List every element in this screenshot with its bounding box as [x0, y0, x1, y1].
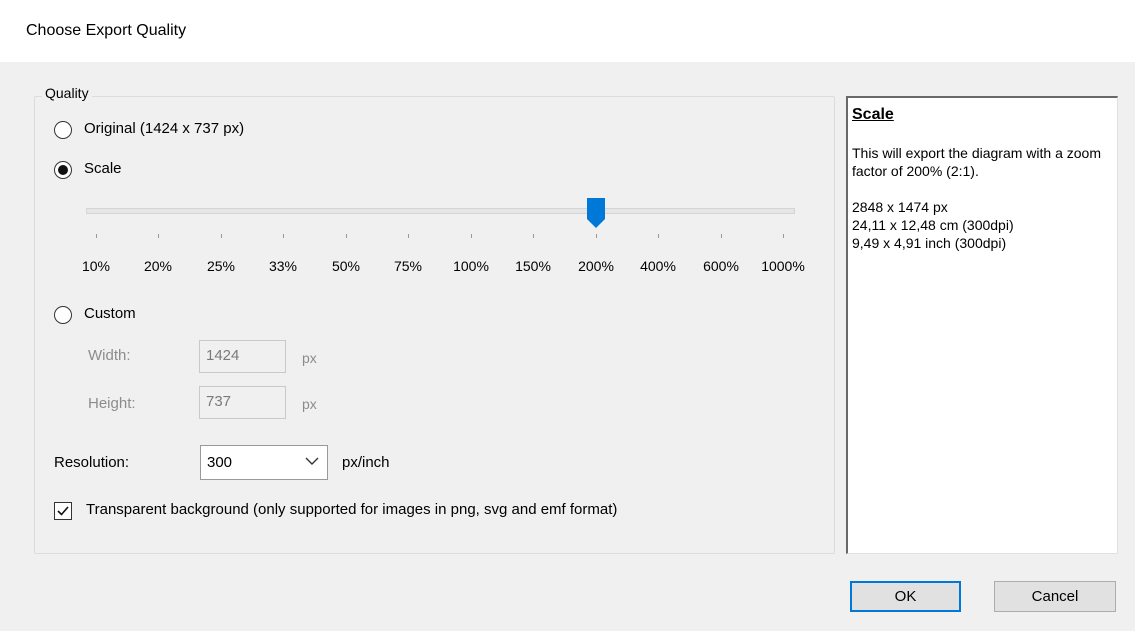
slider-tick-label: 150% — [515, 258, 551, 274]
slider-tick-label: 75% — [393, 258, 423, 274]
custom-radio[interactable] — [54, 306, 72, 324]
quality-groupbox — [34, 96, 835, 554]
slider-tick-label: 600% — [703, 258, 739, 274]
slider-tick — [283, 234, 284, 238]
height-unit: px — [302, 396, 317, 412]
custom-label[interactable]: Custom — [84, 305, 136, 322]
resolution-unit: px/inch — [342, 454, 390, 471]
slider-tick — [533, 234, 534, 238]
scale-label[interactable]: Scale — [84, 160, 122, 177]
slider-tick-label: 50% — [331, 258, 361, 274]
info-cm: 24,11 x 12,48 cm (300dpi) — [852, 217, 1014, 233]
slider-tick — [783, 234, 784, 238]
slider-tick — [471, 234, 472, 238]
checkmark-icon — [57, 506, 69, 516]
width-input[interactable]: 1424 — [199, 340, 286, 373]
transparent-label[interactable]: Transparent background (only supported f… — [86, 501, 617, 518]
ok-button[interactable]: OK — [850, 581, 961, 612]
info-description: This will export the diagram with a zoom… — [852, 145, 1101, 179]
width-unit: px — [302, 350, 317, 366]
original-label[interactable]: Original (1424 x 737 px) — [84, 120, 244, 137]
info-inch: 9,49 x 4,91 inch (300dpi) — [852, 235, 1007, 251]
info-heading: Scale — [852, 106, 894, 123]
slider-tick-label: 20% — [143, 258, 173, 274]
resolution-value: 300 — [207, 454, 233, 471]
slider-tick — [658, 234, 659, 238]
slider-tick — [221, 234, 222, 238]
info-pixels: 2848 x 1474 px — [852, 199, 948, 215]
slider-tick-label: 25% — [206, 258, 236, 274]
slider-tick-label: 200% — [578, 258, 614, 274]
resolution-select[interactable]: 300 — [200, 445, 328, 480]
slider-tick — [596, 234, 597, 238]
slider-tick-label: 400% — [640, 258, 676, 274]
slider-tick-label: 100% — [453, 258, 489, 274]
original-radio[interactable] — [54, 121, 72, 139]
chevron-down-icon — [305, 457, 319, 465]
info-panel: Scale This will export the diagram with … — [846, 96, 1118, 554]
radio-selected-dot — [58, 165, 68, 175]
scale-slider-track[interactable] — [86, 208, 795, 214]
width-label: Width: — [88, 347, 131, 364]
slider-tick — [346, 234, 347, 238]
scale-slider-thumb[interactable] — [586, 197, 606, 229]
scale-radio[interactable] — [54, 161, 72, 179]
dialog-title: Choose Export Quality — [26, 22, 187, 39]
resolution-label: Resolution: — [54, 454, 130, 471]
height-input[interactable]: 737 — [199, 386, 286, 419]
slider-tick — [408, 234, 409, 238]
slider-tick-label: 33% — [268, 258, 298, 274]
cancel-button[interactable]: Cancel — [994, 581, 1116, 612]
quality-legend: Quality — [42, 85, 92, 101]
slider-tick-label: 10% — [81, 258, 111, 274]
slider-tick — [96, 234, 97, 238]
slider-tick — [158, 234, 159, 238]
dialog-titlebar: Choose Export Quality — [0, 0, 1135, 62]
slider-tick — [721, 234, 722, 238]
height-label: Height: — [88, 395, 136, 412]
transparent-checkbox[interactable] — [54, 502, 72, 520]
slider-tick-label: 1000% — [761, 258, 805, 274]
